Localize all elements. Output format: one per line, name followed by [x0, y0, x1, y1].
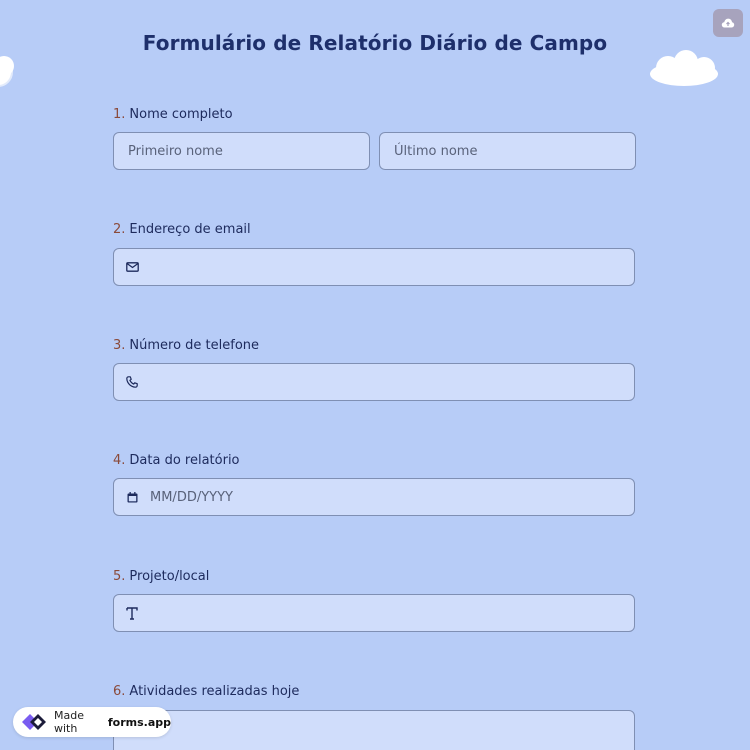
report-date-field[interactable]: MM/DD/YYYY [113, 478, 635, 516]
question-number: 6. [113, 684, 126, 699]
form-title: Formulário de Relatório Diário de Campo [142, 31, 608, 55]
email-field[interactable] [113, 248, 635, 286]
phone-icon [124, 374, 140, 390]
first-name-input[interactable]: Primeiro nome [113, 132, 370, 170]
activities-textarea[interactable] [113, 710, 635, 750]
cloud-left-decoration [0, 56, 14, 87]
question-label: 3. Número de telefone [113, 338, 259, 353]
brand-name: forms.app [107, 715, 171, 729]
question-label: 2. Endereço de email [113, 222, 251, 237]
question-number: 3. [113, 338, 126, 353]
question-text: Nome completo [129, 107, 233, 122]
question-number: 1. [113, 107, 126, 122]
question-text: Data do relatório [129, 453, 240, 468]
made-with-badge[interactable]: Made with forms.app [13, 707, 171, 737]
forms-app-logo-icon [20, 710, 48, 734]
cloud-upload-icon [721, 18, 735, 28]
last-name-placeholder: Último nome [394, 143, 478, 159]
phone-field[interactable] [113, 363, 635, 401]
envelope-icon [124, 259, 140, 275]
question-text: Projeto/local [129, 569, 210, 584]
question-label: 4. Data do relatório [113, 453, 240, 468]
question-label: 5. Projeto/local [113, 569, 209, 584]
question-text: Número de telefone [129, 338, 260, 353]
text-icon [124, 605, 140, 621]
question-number: 5. [113, 569, 126, 584]
made-with-text: Made with [54, 709, 84, 735]
question-number: 4. [113, 453, 126, 468]
date-placeholder: MM/DD/YYYY [150, 489, 233, 505]
question-text: Endereço de email [129, 222, 251, 237]
question-number: 2. [113, 222, 126, 237]
first-name-placeholder: Primeiro nome [128, 143, 223, 159]
question-text: Atividades realizadas hoje [129, 684, 300, 699]
question-label: 6. Atividades realizadas hoje [113, 684, 299, 699]
calendar-icon [124, 489, 140, 505]
question-label: 1. Nome completo [113, 107, 233, 122]
project-location-field[interactable] [113, 594, 635, 632]
last-name-input[interactable]: Último nome [379, 132, 636, 170]
